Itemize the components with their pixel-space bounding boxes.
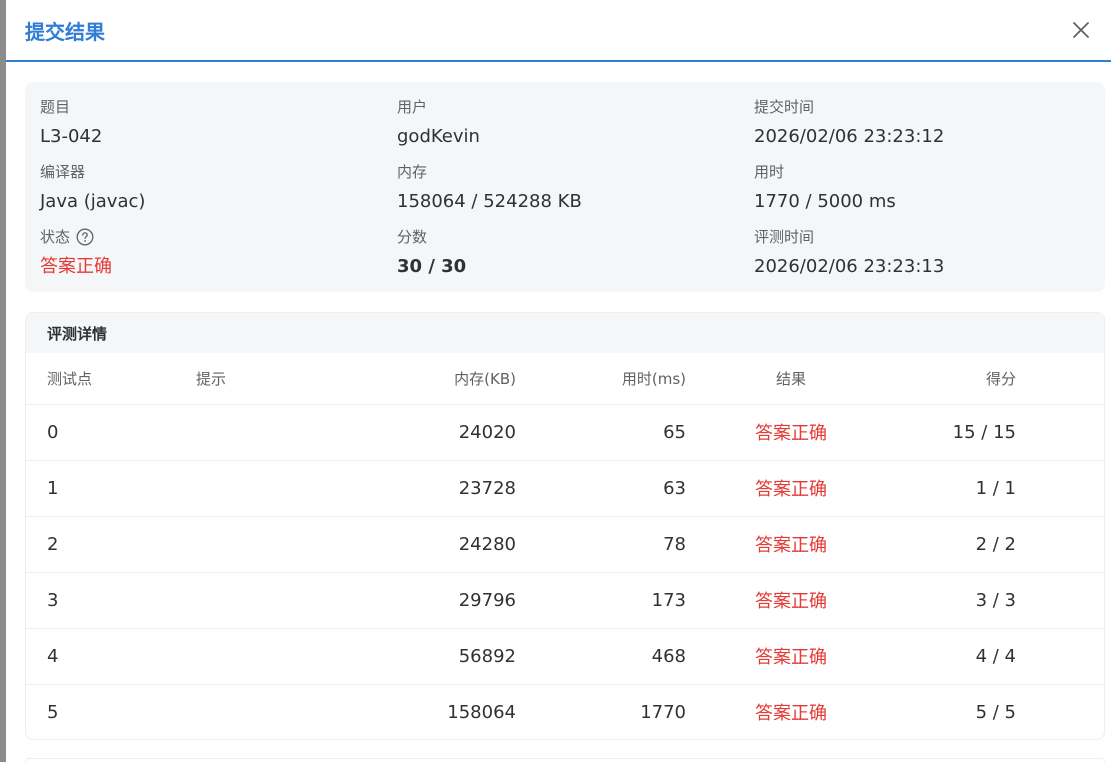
cell-time: 63 <box>663 477 686 499</box>
close-button[interactable] <box>1069 18 1093 42</box>
cell-case: 1 <box>47 477 59 499</box>
judge-details-table: 测试点 提示 内存(KB) 用时(ms) 结果 得分 0 24020 65 答案… <box>26 353 1104 739</box>
column-header-time: 用时(ms) <box>621 369 686 388</box>
table-row: 4 56892 468 答案正确 4 / 4 <box>26 628 1104 684</box>
score-label: 分数 <box>397 228 428 246</box>
cell-case: 5 <box>47 701 59 723</box>
compiler-label: 编译器 <box>40 163 86 181</box>
memory-label: 内存 <box>397 163 428 181</box>
cell-hint <box>196 460 346 516</box>
column-header-memory: 内存(KB) <box>454 369 516 388</box>
cell-memory: 29796 <box>458 589 516 611</box>
cell-case: 4 <box>47 645 59 667</box>
dialog-title: 提交结果 <box>25 19 105 44</box>
status-label-row: 状态 <box>40 226 397 248</box>
cell-result: 答案正确 <box>755 703 827 725</box>
submit-time-value: 2026/02/06 23:23:12 <box>754 126 945 147</box>
table-row: 1 23728 63 答案正确 1 / 1 <box>26 460 1104 516</box>
cell-memory: 158064 <box>447 701 516 723</box>
table-row: 2 24280 78 答案正确 2 / 2 <box>26 516 1104 572</box>
cell-memory: 23728 <box>458 477 516 499</box>
cell-time: 173 <box>651 589 686 611</box>
cell-score: 15 / 15 <box>952 421 1016 443</box>
cell-memory: 56892 <box>458 645 516 667</box>
cell-result: 答案正确 <box>755 535 827 556</box>
cell-case: 0 <box>47 421 59 443</box>
time-field: 用时 1770 / 5000 ms <box>754 161 1091 226</box>
judge-time-field: 评测时间 2026/02/06 23:23:13 <box>754 226 1091 291</box>
cell-hint <box>196 404 346 460</box>
submit-time-label: 提交时间 <box>754 98 815 116</box>
table-row: 0 24020 65 答案正确 15 / 15 <box>26 404 1104 460</box>
compiler-value: Java (javac) <box>40 191 146 212</box>
problem-field: 题目 L3-042 <box>40 96 397 161</box>
column-header-score: 得分 <box>985 369 1016 388</box>
table-row: 3 29796 173 答案正确 3 / 3 <box>26 572 1104 628</box>
column-header-result: 结果 <box>775 369 806 388</box>
user-field: 用户 godKevin <box>397 96 754 161</box>
status-label: 状态 <box>40 228 71 246</box>
cell-score: 3 / 3 <box>975 589 1016 611</box>
submission-info-card: 题目 L3-042 用户 godKevin 提交时间 2026/02/06 23… <box>25 82 1105 292</box>
cell-time: 65 <box>663 421 686 443</box>
score-value: 30 / 30 <box>397 256 467 277</box>
column-header-case: 测试点 <box>47 369 93 388</box>
cell-memory: 24280 <box>458 533 516 555</box>
column-spacer <box>1016 353 1104 404</box>
next-card-edge <box>25 758 1105 762</box>
status-value: 答案正确 <box>40 256 112 277</box>
cell-case: 2 <box>47 533 59 555</box>
judge-details-title: 评测详情 <box>26 313 1104 353</box>
table-row: 5 158064 1770 答案正确 5 / 5 <box>26 684 1104 739</box>
submission-result-dialog: 提交结果 题目 L3-042 用户 godKevin 提交时间 2026/02/… <box>6 0 1111 762</box>
question-circle-icon[interactable] <box>76 228 94 246</box>
judge-details-card: 评测详情 测试点 提示 内存(KB) 用时(ms) 结果 得分 0 24020 <box>25 312 1105 740</box>
judge-time-value: 2026/02/06 23:23:13 <box>754 256 945 277</box>
time-label: 用时 <box>754 163 785 181</box>
user-value: godKevin <box>397 126 480 147</box>
cell-hint <box>196 628 346 684</box>
submit-time-field: 提交时间 2026/02/06 23:23:12 <box>754 96 1091 161</box>
problem-label: 题目 <box>40 98 71 116</box>
table-header-row: 测试点 提示 内存(KB) 用时(ms) 结果 得分 <box>26 353 1104 404</box>
cell-hint <box>196 572 346 628</box>
score-field: 分数 30 / 30 <box>397 226 754 291</box>
user-label: 用户 <box>397 98 428 116</box>
cell-hint <box>196 684 346 739</box>
cell-result: 答案正确 <box>755 647 827 668</box>
cell-time: 1770 <box>640 701 686 723</box>
cell-score: 2 / 2 <box>975 533 1016 555</box>
memory-value: 158064 / 524288 KB <box>397 191 582 212</box>
cell-time: 78 <box>663 533 686 555</box>
cell-result: 答案正确 <box>755 423 827 444</box>
column-header-hint: 提示 <box>196 369 227 388</box>
cell-hint <box>196 516 346 572</box>
cell-result: 答案正确 <box>755 591 827 612</box>
cell-case: 3 <box>47 589 59 611</box>
cell-time: 468 <box>651 645 686 667</box>
time-value: 1770 / 5000 ms <box>754 191 896 212</box>
judge-time-label: 评测时间 <box>754 228 815 246</box>
compiler-field: 编译器 Java (javac) <box>40 161 397 226</box>
problem-value: L3-042 <box>40 126 103 147</box>
cell-result: 答案正确 <box>755 479 827 500</box>
status-field: 状态 答案正确 <box>40 226 397 291</box>
cell-score: 4 / 4 <box>975 645 1016 667</box>
dialog-header: 提交结果 <box>6 0 1111 62</box>
memory-field: 内存 158064 / 524288 KB <box>397 161 754 226</box>
cell-score: 1 / 1 <box>975 477 1016 499</box>
cell-score: 5 / 5 <box>975 701 1016 723</box>
cell-memory: 24020 <box>458 421 516 443</box>
close-icon <box>1073 22 1089 38</box>
